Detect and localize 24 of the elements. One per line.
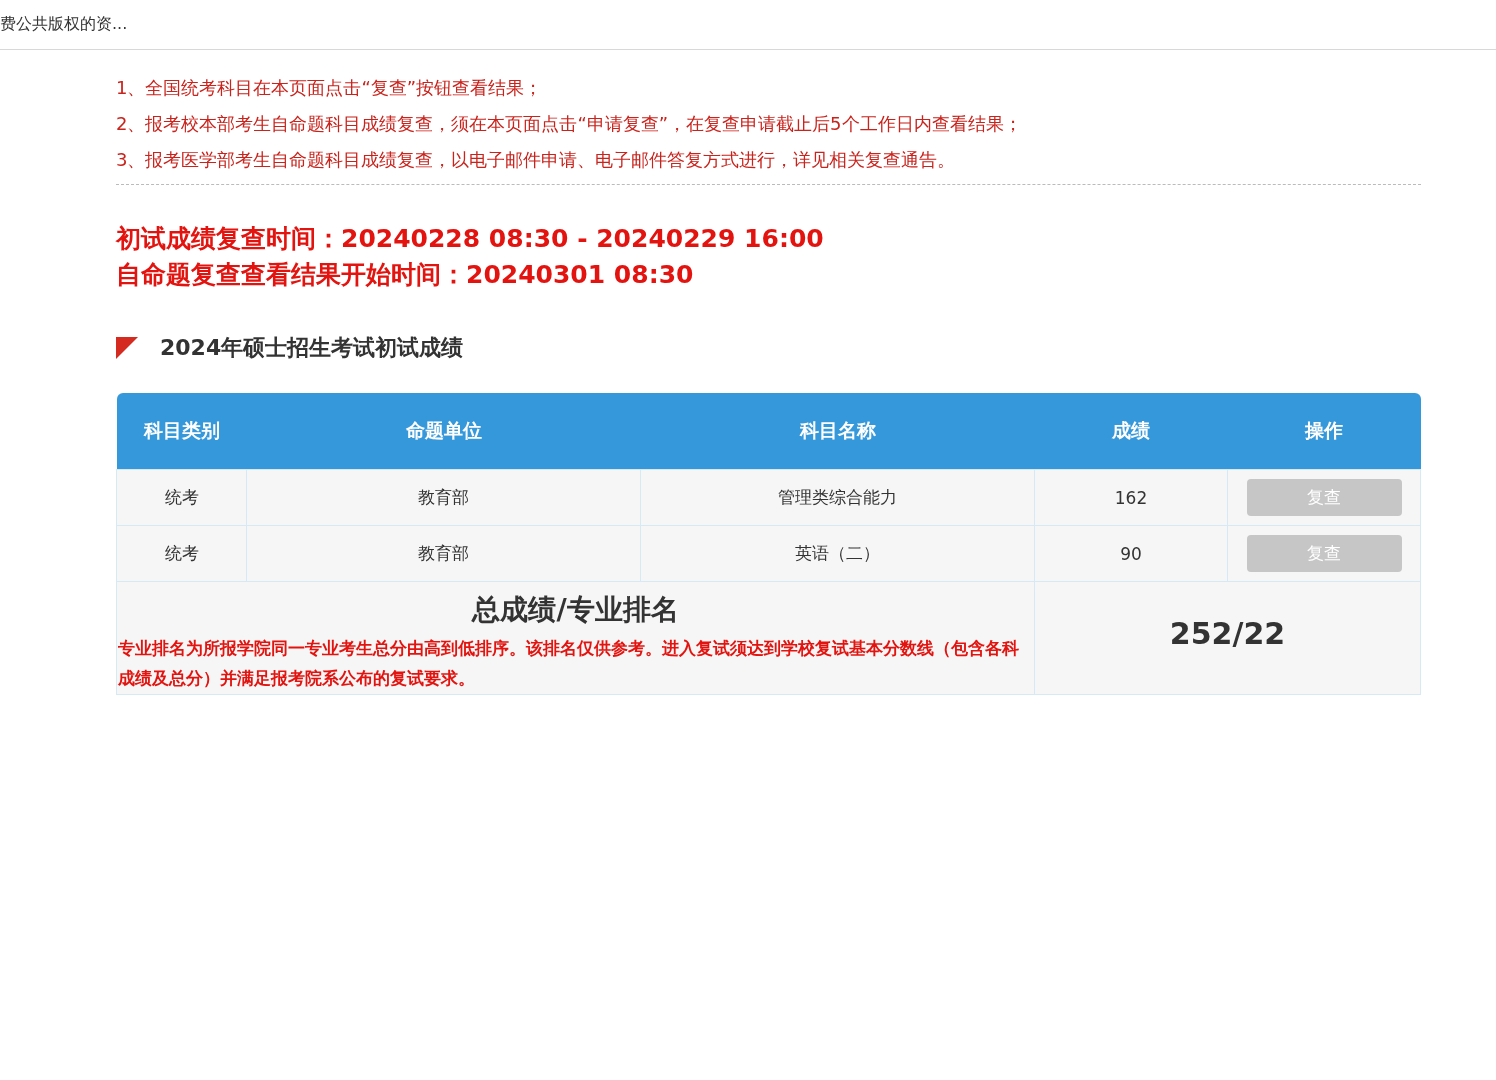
table-cell: 90: [1034, 525, 1228, 582]
schedule-text: 自命题复查查看结果开始时间：20240301 08:30: [116, 259, 695, 291]
table-cell: 162: [1034, 469, 1228, 526]
triangle-icon: [116, 337, 138, 359]
total-score: 252/22: [1169, 616, 1286, 651]
column-header: 科目名称: [640, 393, 1035, 470]
table-cell: 统考: [116, 525, 247, 582]
section-title: 2024年硕士招生考试初试成绩: [160, 334, 464, 362]
table-cell: 统考: [116, 469, 247, 526]
schedule-text: 初试成绩复查时间：20240228 08:30 - 20240229 16:00: [116, 223, 825, 255]
notice-text: 3、报考医学部考生自命题科目成绩复查，以电子邮件申请、电子邮件答复方式进行，详见相关复查通告。: [116, 148, 957, 172]
notice-text: 1、全国统考科目在本页面点击“复查”按钮查看结果；: [116, 76, 544, 100]
table-cell: 教育部: [246, 525, 641, 582]
column-header: 命题单位: [246, 393, 641, 470]
column-header: 成绩: [1034, 393, 1228, 470]
page-title: 费公共版权的资...: [0, 14, 128, 35]
ranking-note: 专业排名为所报学院同一专业考生总分由高到低排序。该排名仅供参考。进入复试须达到学校复试基本分数线（包含各科成绩及总分）并满足报考院系公布的复试要求。: [118, 637, 1020, 690]
notice-text: 2、报考校本部考生自命题科目成绩复查，须在本页面点击“申请复查”，在复查申请截止后5个工作日内查看结果；: [116, 112, 1023, 136]
total-label: 总成绩/专业排名: [470, 592, 680, 628]
column-header: 科目类别: [116, 393, 247, 470]
table-cell: 管理类综合能力: [640, 469, 1035, 526]
table-cell: 教育部: [246, 469, 641, 526]
column-header: 操作: [1227, 393, 1421, 470]
table-cell: 英语（二）: [640, 525, 1035, 582]
